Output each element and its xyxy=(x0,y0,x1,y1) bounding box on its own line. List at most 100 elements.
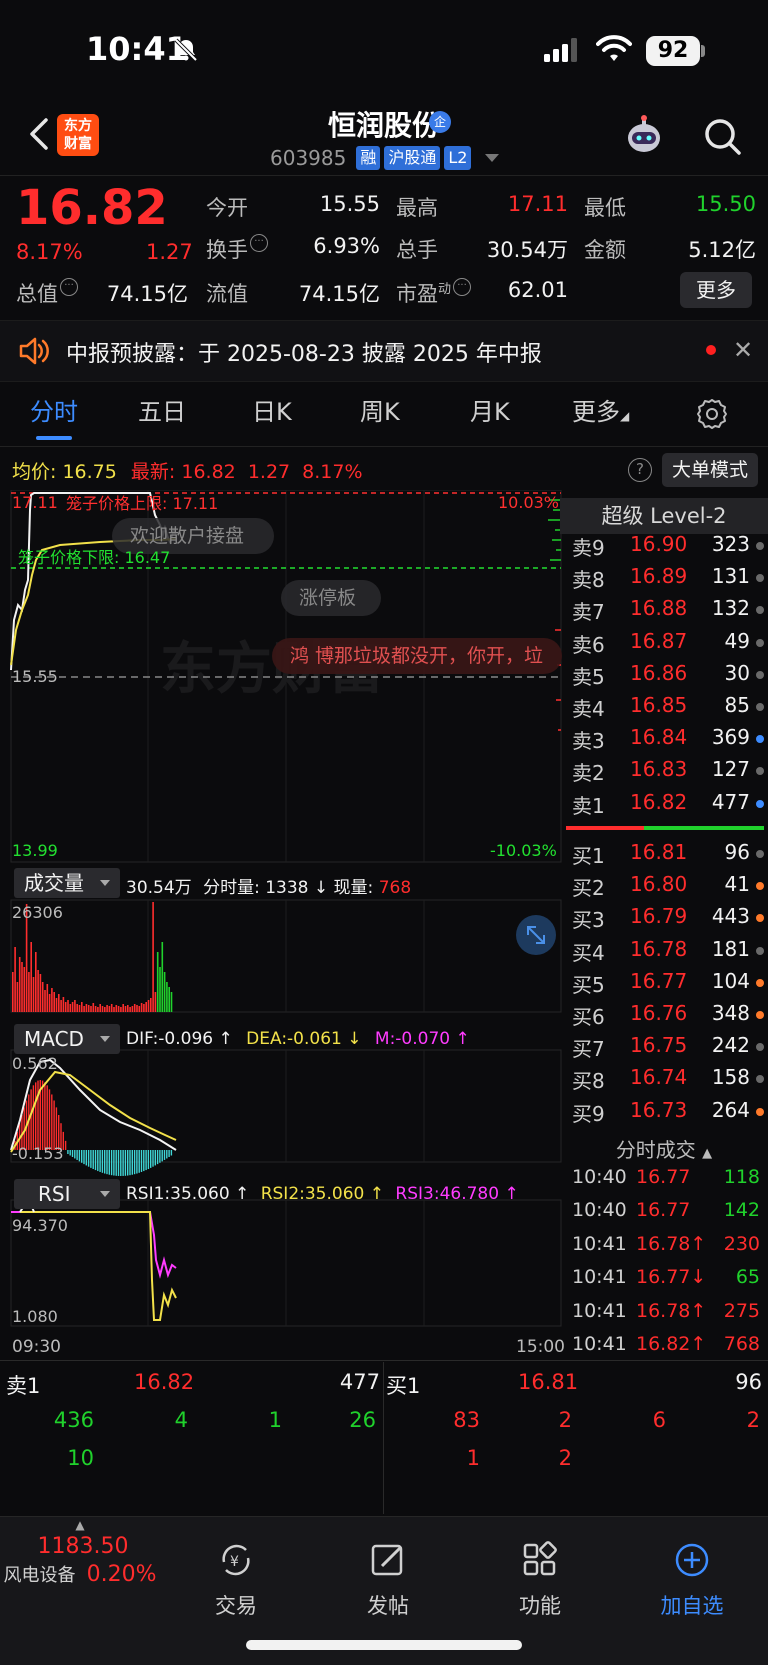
bid-row[interactable]: 买2 16.80 41 xyxy=(570,872,764,902)
tick-time: 10:41 xyxy=(572,1232,627,1255)
bid-volume: 158 xyxy=(711,1065,750,1090)
nav-post[interactable]: 发帖 xyxy=(338,1540,438,1620)
tick-price: 16.82↑ xyxy=(636,1333,707,1355)
volume-bar xyxy=(92,1003,95,1012)
chevron-down-icon[interactable] xyxy=(485,154,500,162)
bid-row[interactable]: 买9 16.73 264 xyxy=(570,1098,764,1128)
ask-row[interactable]: 卖9 16.90 323 xyxy=(570,532,764,562)
tag-shanghai-connect: 沪股通 xyxy=(384,146,441,170)
pe-label-text: 市盈 xyxy=(396,282,438,306)
ask-row[interactable]: 卖6 16.87 49 xyxy=(570,629,764,659)
rsi-indicator-selector[interactable]: RSI xyxy=(14,1179,120,1209)
ask-price: 16.88 xyxy=(630,596,688,621)
bid-indicator-dot xyxy=(756,946,764,955)
volume-bar xyxy=(117,1006,120,1012)
intraday-chart[interactable]: 东方财富 17.11 笼子价格上限: 17.11 10.03% 欢迎散户接盘 笼… xyxy=(0,490,562,1360)
stock-code-row[interactable]: 603985 融 沪股通 L2 xyxy=(270,144,500,172)
tick-row: 10:41 16.82↑ 768 xyxy=(570,1333,764,1363)
tick-time: 10:41 xyxy=(572,1266,627,1289)
bid-price: 16.80 xyxy=(630,872,688,897)
search-icon[interactable] xyxy=(702,116,742,156)
bid-level: 买8 xyxy=(572,1069,605,1094)
ask-price: 16.85 xyxy=(630,693,688,717)
more-button[interactable]: 更多 xyxy=(680,272,752,308)
tab-five-day[interactable]: 五日 xyxy=(138,392,186,427)
ask-queue-item: 10 xyxy=(67,1446,94,1470)
bid-row[interactable]: 买6 16.76 348 xyxy=(570,1001,764,1031)
ask-row[interactable]: 卖8 16.89 131 xyxy=(570,564,764,594)
level2-title[interactable]: 超级 Level-2 xyxy=(560,498,768,534)
bid-queue-item: 83 xyxy=(453,1408,480,1432)
info-icon[interactable]: ··· xyxy=(60,278,78,296)
info-icon[interactable]: ··· xyxy=(250,234,268,252)
tick-row: 10:41 16.78↑ 275 xyxy=(570,1300,764,1330)
bid-volume: 242 xyxy=(711,1033,750,1058)
tick-trades-title[interactable]: 分时成交 ▲ xyxy=(560,1134,768,1163)
ask-indicator-dot xyxy=(756,542,764,550)
low-value: 15.50 xyxy=(695,192,756,216)
corp-badge: 企 xyxy=(429,111,451,133)
macd-bar xyxy=(159,1150,161,1163)
ask-row[interactable]: 卖4 16.85 85 xyxy=(570,693,764,723)
tab-daily-k[interactable]: 日K xyxy=(252,392,292,427)
big-order-mode-button[interactable]: 大单模式 xyxy=(662,453,758,487)
ask-volume: 30 xyxy=(724,660,750,685)
header-divider xyxy=(0,175,768,176)
help-icon[interactable]: ? xyxy=(628,458,652,482)
tick-price: 16.77 xyxy=(636,1199,691,1222)
volume-bar xyxy=(81,1002,83,1012)
summary-divider xyxy=(383,1362,384,1514)
volume-bar xyxy=(60,1000,62,1012)
ask-row[interactable]: 卖2 16.83 127 xyxy=(570,757,764,787)
volume-bar xyxy=(101,1006,104,1012)
tick-volume: 65 xyxy=(735,1266,760,1289)
ask-indicator-dot xyxy=(756,638,764,647)
tab-more[interactable]: 更多◢ xyxy=(572,392,629,427)
robot-assistant-icon[interactable] xyxy=(622,114,666,158)
macd-bar xyxy=(32,1085,35,1150)
ask-volume: 127 xyxy=(711,757,750,782)
tab-weekly-k[interactable]: 周K xyxy=(360,392,400,427)
tab-monthly-k[interactable]: 月K xyxy=(470,392,510,427)
macd-indicator-selector[interactable]: MACD xyxy=(14,1024,120,1054)
nav-trade-label: 交易 xyxy=(215,1594,257,1618)
ask-volume: 477 xyxy=(711,789,750,814)
bid-price: 16.79 xyxy=(630,904,688,929)
bid-row[interactable]: 买7 16.75 242 xyxy=(570,1033,764,1063)
ask-row[interactable]: 卖5 16.86 30 xyxy=(570,661,764,691)
macd-bar xyxy=(143,1150,145,1172)
nav-add-watchlist[interactable]: 加自选 xyxy=(642,1540,742,1620)
tab-intraday[interactable]: 分时 xyxy=(30,392,78,427)
nav-functions[interactable]: 功能 xyxy=(490,1540,590,1620)
ask-price: 16.82 xyxy=(630,789,688,814)
ask-row[interactable]: 卖3 16.84 369 xyxy=(570,725,764,755)
turnover-label[interactable]: 换手 ··· xyxy=(206,234,268,264)
bid-row[interactable]: 买4 16.78 181 xyxy=(570,937,764,967)
cage-upper-label: 笼子价格上限: 17.11 xyxy=(66,494,218,513)
ask-row[interactable]: 卖1 16.82 477 xyxy=(570,790,764,820)
nav-trade[interactable]: ¥ 交易 xyxy=(186,1540,286,1620)
macd-bar xyxy=(147,1150,150,1170)
notice-text[interactable]: 中报预披露：于 2025-08-23 披露 2025 年中报 xyxy=(66,336,542,368)
current-volume-value: 768 xyxy=(378,878,412,898)
macd-info-row: DIF:-0.096 ↑ DEA:-0.061 ↓ M:-0.070 ↑ xyxy=(126,1029,470,1049)
volume-indicator-selector[interactable]: 成交量 xyxy=(14,868,120,898)
market-cap-label[interactable]: 总值 ··· xyxy=(16,278,78,308)
tab-more-caret: ◢ xyxy=(620,409,630,423)
bid-row[interactable]: 买8 16.74 158 xyxy=(570,1065,764,1095)
bid-level: 买9 xyxy=(572,1101,605,1126)
gear-icon[interactable] xyxy=(696,398,728,430)
macd-bar xyxy=(117,1150,120,1176)
macd-bar xyxy=(136,1150,138,1174)
volume-bar xyxy=(131,1006,134,1012)
close-icon[interactable]: ✕ xyxy=(733,336,753,364)
bid-row[interactable]: 买1 16.81 96 xyxy=(570,840,764,870)
macd-dea: DEA:-0.061 ↓ xyxy=(246,1029,362,1049)
ask-row[interactable]: 卖7 16.88 132 xyxy=(570,596,764,626)
volume-bar xyxy=(85,1004,88,1012)
volume-bar xyxy=(28,972,30,1012)
bid-row[interactable]: 买5 16.77 104 xyxy=(570,969,764,999)
volume-bar xyxy=(83,1006,85,1012)
sector-index-widget[interactable]: ▲ 1183.50 风电设备 0.20% xyxy=(0,1518,160,1587)
bid-row[interactable]: 买3 16.79 443 xyxy=(570,904,764,934)
